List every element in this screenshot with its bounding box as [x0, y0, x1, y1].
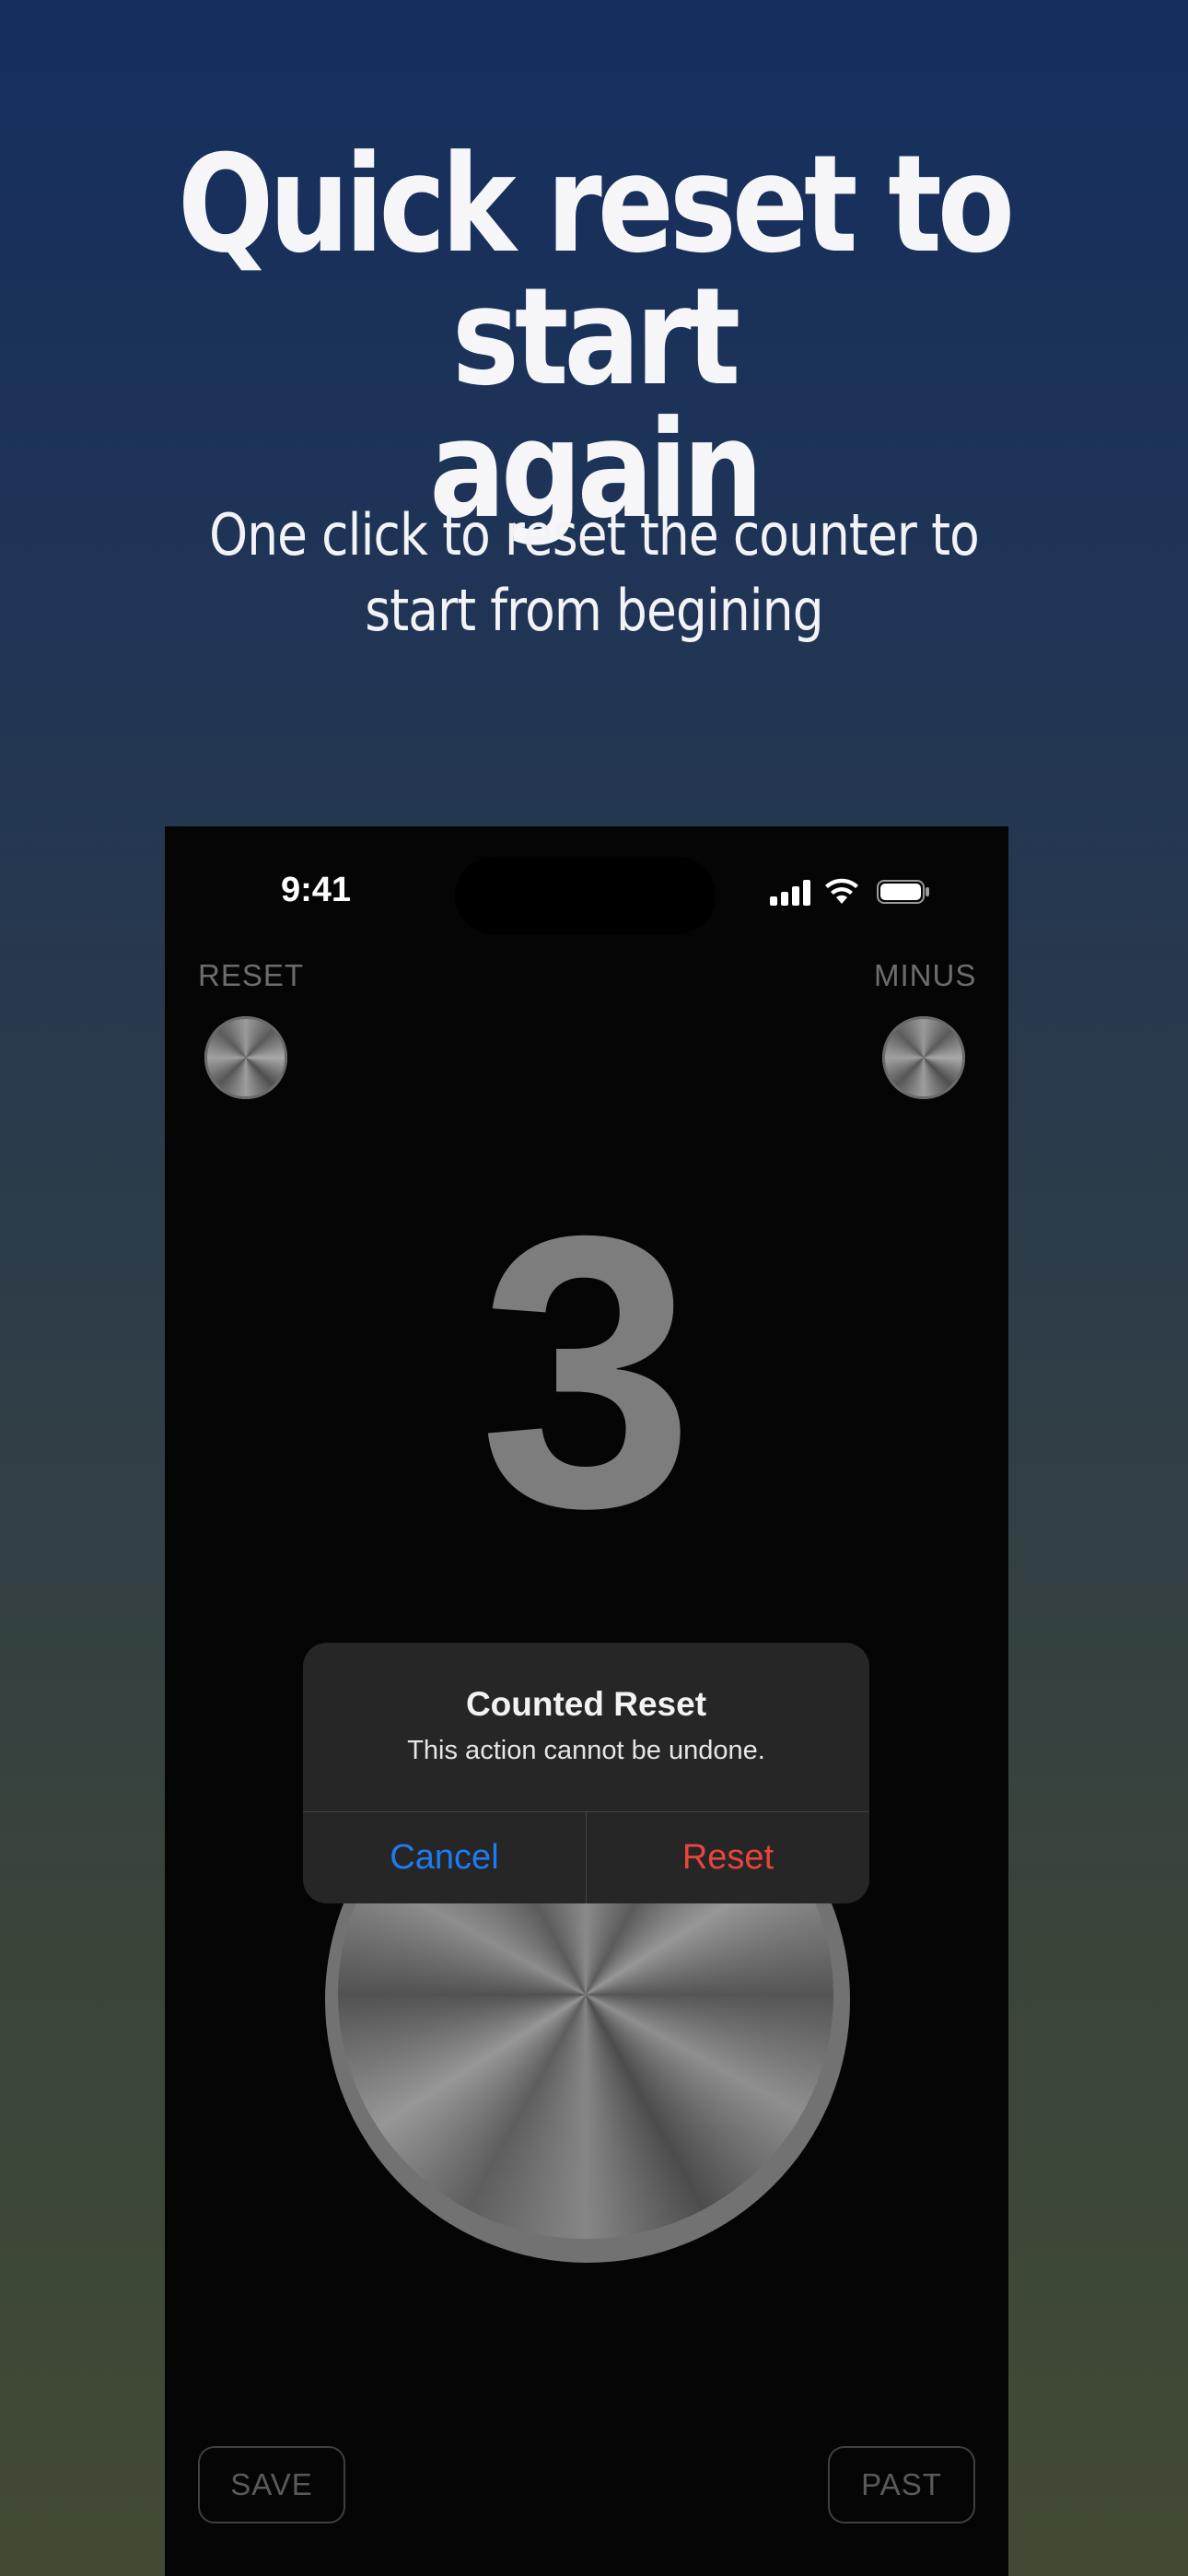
promo-subheadline-line-2: start from begining [365, 577, 823, 644]
alert-cancel-button[interactable]: Cancel [303, 1812, 586, 1903]
save-button[interactable]: SAVE [198, 2446, 345, 2523]
status-time: 9:41 [281, 871, 352, 909]
minus-label: MINUS [874, 958, 977, 992]
promo-headline-line-1: Quick reset to start [177, 126, 1015, 416]
promo-subheadline-line-1: One click to reset the counter to [209, 501, 980, 568]
reset-knob-button[interactable] [204, 1016, 287, 1099]
promo-subheadline: One click to reset the counter to start … [83, 498, 1104, 649]
wifi-icon [825, 878, 858, 904]
reset-alert-dialog: Counted Reset This action cannot be undo… [303, 1643, 869, 1903]
counter-value: 3 [479, 1156, 694, 1588]
past-button[interactable]: PAST [828, 2446, 975, 2523]
cellular-signal-icon [770, 880, 812, 906]
alert-title: Counted Reset [465, 1685, 707, 1723]
promo-headline: Quick reset to start again [95, 126, 1093, 537]
reset-label: RESET [198, 958, 305, 992]
alert-reset-button[interactable]: Reset [587, 1812, 869, 1903]
dynamic-island [455, 857, 716, 934]
alert-message: This action cannot be undone. [407, 1736, 765, 1765]
battery-icon [877, 880, 929, 904]
minus-knob-button[interactable] [882, 1016, 965, 1099]
